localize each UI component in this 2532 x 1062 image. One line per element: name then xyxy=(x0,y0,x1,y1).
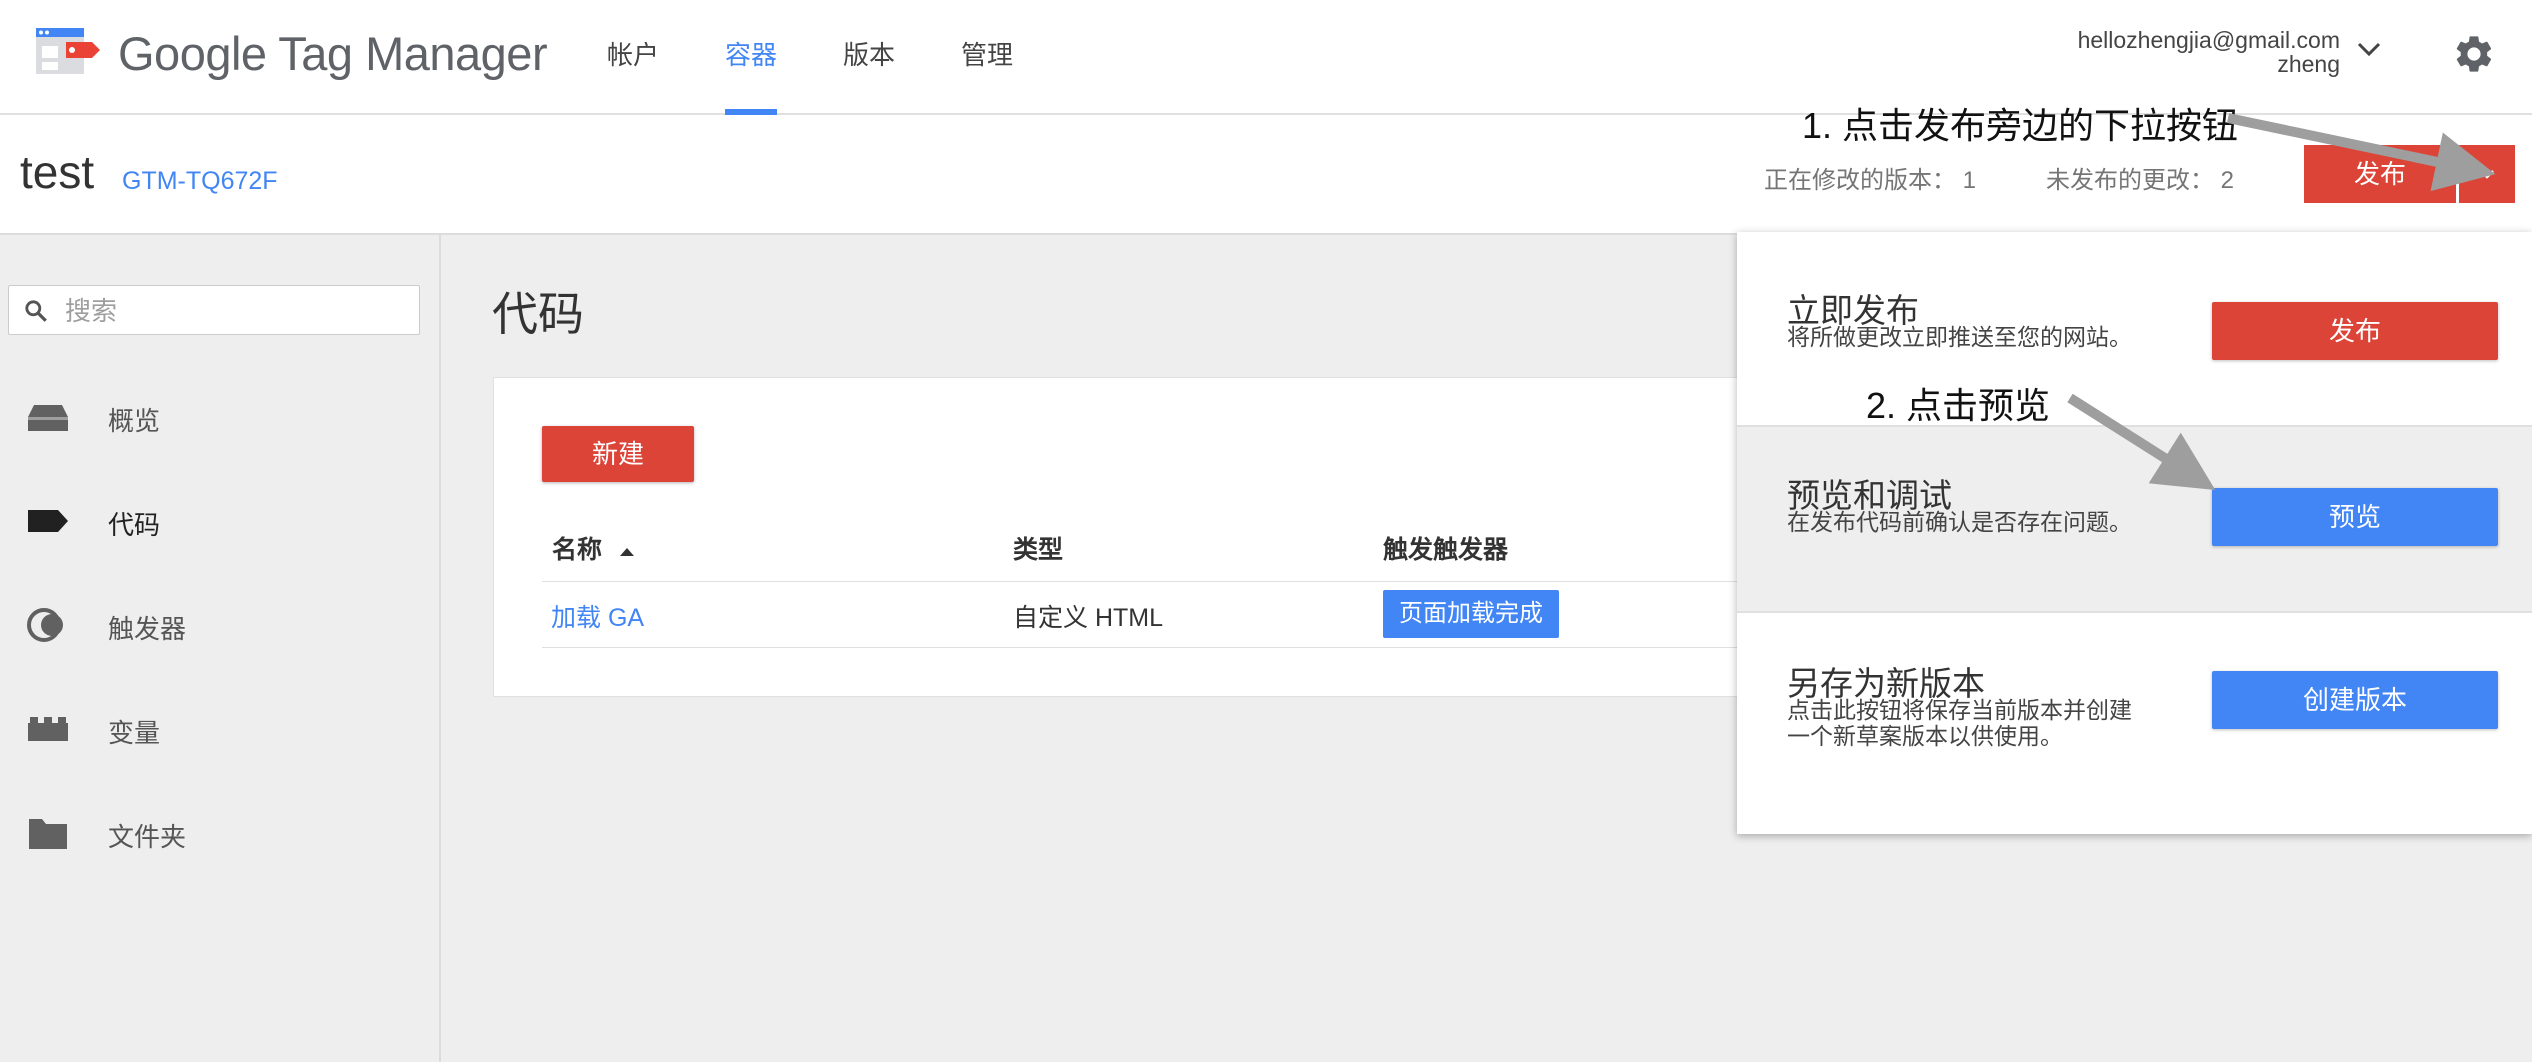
sidebar-item-overview[interactable]: 概览 xyxy=(0,377,439,457)
trigger-chip[interactable]: 页面加载完成 xyxy=(1383,590,1559,638)
sort-ascending-icon xyxy=(619,548,634,557)
editing-version-label: 正在修改的版本： xyxy=(1764,167,1956,194)
header-divider xyxy=(542,581,1794,582)
annotation-step-2: 2. 点击预览 xyxy=(1866,385,2051,426)
column-header-type[interactable]: 类型 xyxy=(1013,530,1063,566)
sidebar: 概览 代码 触发器 变量 文件夹 xyxy=(0,235,441,1062)
tab-accounts[interactable]: 帐户 xyxy=(607,0,659,115)
product-name: Google Tag Manager xyxy=(118,27,548,80)
sidebar-item-label: 变量 xyxy=(108,718,161,748)
tag-icon xyxy=(28,510,68,532)
editing-version-value: 1 xyxy=(1962,167,1977,194)
trigger-icon xyxy=(27,608,63,642)
account-name: zheng xyxy=(2277,51,2340,77)
table-row-type: 自定义 HTML xyxy=(1013,604,1164,632)
sidebar-item-label: 文件夹 xyxy=(108,822,187,852)
sidebar-item-label: 触发器 xyxy=(108,614,187,644)
gtm-logo-icon xyxy=(36,28,100,74)
publish-options-menu: 立即发布 将所做更改立即推送至您的网站。 发布 预览和调试 在发布代码前确认是否… xyxy=(1737,232,2532,834)
search-box[interactable] xyxy=(8,285,420,335)
account-email: hellozhengjia@gmail.com xyxy=(2077,27,2340,53)
annotation-step-1: 1. 点击发布旁边的下拉按钮 xyxy=(1802,105,2239,146)
unpublished-changes: 未发布的更改： 2 xyxy=(2046,160,2234,195)
container-id[interactable]: GTM-TQ672F xyxy=(122,167,278,196)
tab-versions[interactable]: 版本 xyxy=(843,0,895,115)
publish-button[interactable]: 发布 xyxy=(2304,145,2456,203)
main-nav: 帐户 容器 版本 管理 xyxy=(574,0,1046,115)
sidebar-item-triggers[interactable]: 触发器 xyxy=(0,585,439,665)
variable-icon xyxy=(28,717,68,741)
unpublished-changes-label: 未发布的更改： xyxy=(2046,167,2214,194)
new-tag-button[interactable]: 新建 xyxy=(542,426,694,482)
unpublished-changes-value: 2 xyxy=(2220,167,2235,194)
folder-icon xyxy=(29,819,67,849)
chevron-down-icon[interactable] xyxy=(2356,40,2382,58)
editing-version: 正在修改的版本： 1 xyxy=(1764,160,1976,195)
column-header-name[interactable]: 名称 xyxy=(552,530,637,566)
option-description: 点击此按钮将保存当前版本并创建一个新草案版本以供使用。 xyxy=(1787,697,2132,749)
search-icon xyxy=(25,300,47,322)
sidebar-item-tags[interactable]: 代码 xyxy=(0,481,439,561)
option-description: 将所做更改立即推送至您的网站。 xyxy=(1787,324,2132,350)
option-description: 在发布代码前确认是否存在问题。 xyxy=(1787,509,2132,535)
sidebar-item-label: 概览 xyxy=(108,406,161,436)
publish-now-button[interactable]: 发布 xyxy=(2212,302,2498,360)
tags-card: 新建 名称 类型 触发触发器 加载 GA 自定义 HTML 页面加载完成 xyxy=(493,377,1794,697)
overview-icon xyxy=(28,405,68,431)
page-title: 代码 xyxy=(492,288,584,340)
sidebar-item-label: 代码 xyxy=(108,510,161,540)
column-header-trigger[interactable]: 触发触发器 xyxy=(1383,530,1508,566)
sidebar-item-variables[interactable]: 变量 xyxy=(0,689,439,769)
tab-containers[interactable]: 容器 xyxy=(725,0,778,115)
preview-debug-option: 预览和调试 在发布代码前确认是否存在问题。 预览 xyxy=(1737,427,2532,611)
publish-now-option: 立即发布 将所做更改立即推送至您的网站。 发布 xyxy=(1737,232,2532,425)
save-version-option: 另存为新版本 点击此按钮将保存当前版本并创建一个新草案版本以供使用。 创建版本 xyxy=(1737,613,2532,834)
column-header-label: 名称 xyxy=(552,536,603,564)
container-name: test xyxy=(20,146,95,198)
create-version-button[interactable]: 创建版本 xyxy=(2212,671,2498,729)
tag-link[interactable]: 加载 GA xyxy=(551,604,644,632)
table-row-name: 加载 GA xyxy=(551,598,644,634)
publish-dropdown-button[interactable] xyxy=(2459,145,2515,203)
preview-button[interactable]: 预览 xyxy=(2212,488,2498,546)
search-input[interactable] xyxy=(63,292,407,330)
account-switcher[interactable]: hellozhengjia@gmail.com zheng xyxy=(2078,28,2340,76)
sidebar-item-folders[interactable]: 文件夹 xyxy=(0,793,439,873)
row-divider xyxy=(542,647,1794,648)
gear-icon[interactable] xyxy=(2452,32,2496,76)
chevron-down-icon xyxy=(2480,170,2494,179)
tab-admin[interactable]: 管理 xyxy=(961,0,1013,115)
